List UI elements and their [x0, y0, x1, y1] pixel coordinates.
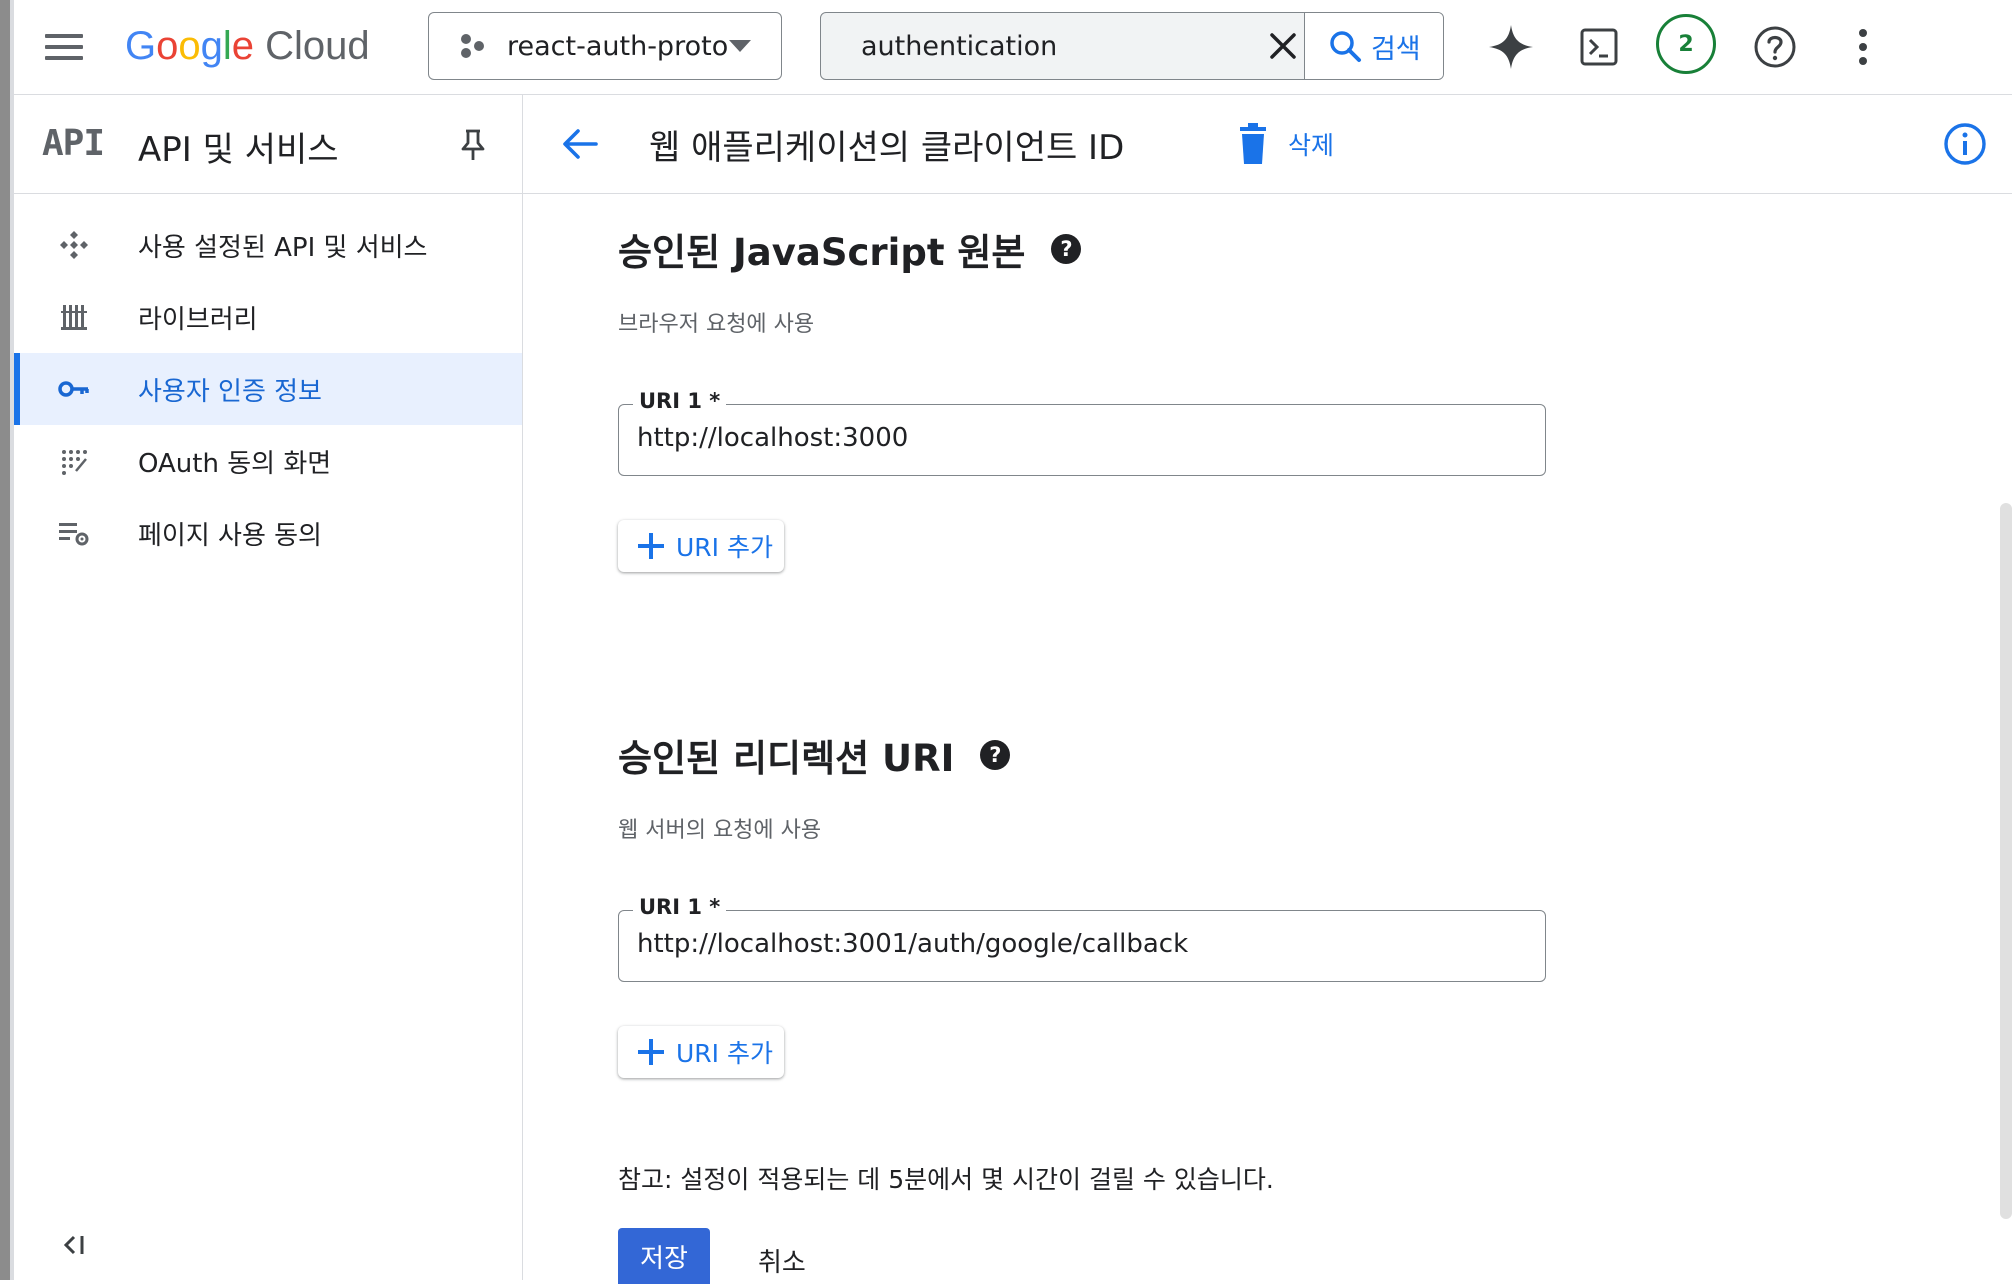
add-redirect-uri-button[interactable]: URI 추가 [618, 1026, 784, 1078]
plus-icon [638, 533, 664, 559]
trash-icon [1240, 123, 1266, 164]
field-label: URI 1 * [633, 895, 727, 919]
sidebar-item-page-usage-agreements[interactable]: 페이지 사용 동의 [14, 497, 522, 569]
dots-grid-icon [56, 443, 92, 479]
sidebar-header: API API 및 서비스 [14, 95, 522, 194]
help-icon[interactable]: ? [980, 740, 1011, 770]
redirect-uris-section-title: 승인된 리디렉션 URI ? [618, 728, 1011, 782]
api-diamond-icon [56, 227, 92, 263]
redirect-uri-field[interactable]: URI 1 * http://localhost:3001/auth/googl… [618, 895, 1546, 982]
gemini-button[interactable] [1482, 18, 1540, 76]
cloud-shell-button[interactable] [1570, 18, 1628, 76]
search-button[interactable]: 검색 [1303, 13, 1443, 79]
sidebar-item-library[interactable]: 라이브러리 [14, 281, 522, 353]
delete-button[interactable]: 삭제 [1238, 119, 1334, 169]
field-label: URI 1 * [633, 389, 727, 413]
help-circle-icon [1754, 26, 1796, 68]
window-edge [0, 0, 10, 1280]
sidebar-item-credentials[interactable]: 사용자 인증 정보 [14, 353, 522, 425]
search-icon [1330, 31, 1361, 62]
more-vert-icon [1859, 29, 1867, 65]
info-icon[interactable] [1943, 122, 1987, 166]
page-header: 웹 애플리케이션의 클라이언트 ID 삭제 [523, 95, 2012, 194]
sidebar-item-label: 사용 설정된 API 및 서비스 [138, 232, 428, 263]
sidebar-item-label: 사용자 인증 정보 [138, 376, 322, 407]
redirect-uris-subtitle: 웹 서버의 요청에 사용 [618, 818, 822, 843]
add-uri-label: URI 추가 [676, 533, 773, 562]
logo-google-text: Google [125, 24, 255, 68]
sidebar-item-oauth-consent[interactable]: OAuth 동의 화면 [14, 425, 522, 497]
library-icon [56, 299, 92, 335]
js-origin-uri-field[interactable]: URI 1 * http://localhost:3000 [618, 389, 1546, 476]
settings-note: 참고: 설정이 적용되는 데 5분에서 몇 시간이 걸릴 수 있습니다. [618, 1165, 1274, 1194]
more-options-button[interactable] [1834, 18, 1892, 76]
help-button[interactable] [1746, 18, 1804, 76]
search-button-label: 검색 [1370, 33, 1421, 65]
sidebar: API API 및 서비스 사용 설정된 API 및 서비스 라이브러리 사용자… [14, 95, 523, 1280]
sidebar-item-label: OAuth 동의 화면 [138, 448, 332, 479]
menu-line [45, 34, 83, 38]
close-icon [1270, 33, 1297, 59]
menu-line [45, 56, 83, 60]
js-origins-title-text: 승인된 JavaScript 원본 [618, 231, 1026, 274]
project-icon [461, 34, 484, 58]
js-origins-section-title: 승인된 JavaScript 원본 ? [618, 222, 1082, 276]
main-menu-button[interactable] [45, 34, 83, 60]
search-bar: 검색 [820, 12, 1444, 80]
cancel-button[interactable]: 취소 [758, 1242, 806, 1279]
project-picker-button[interactable]: react-auth-proto [428, 12, 782, 80]
add-uri-label: URI 추가 [676, 1039, 773, 1068]
save-button[interactable]: 저장 [618, 1228, 710, 1284]
collapse-sidebar-icon[interactable] [58, 1227, 94, 1263]
sidebar-item-label: 페이지 사용 동의 [138, 520, 322, 551]
terminal-icon [1580, 28, 1618, 66]
field-value: http://localhost:3000 [637, 423, 909, 453]
clear-search-button[interactable] [1263, 24, 1304, 68]
list-settings-icon [56, 515, 92, 551]
pin-icon[interactable] [458, 127, 488, 163]
chevron-down-icon [729, 40, 751, 52]
plus-icon [638, 1039, 664, 1065]
sidebar-item-label: 라이브러리 [138, 304, 258, 335]
notifications-badge[interactable]: 2 [1656, 14, 1716, 74]
sidebar-item-enabled-apis[interactable]: 사용 설정된 API 및 서비스 [14, 209, 522, 281]
redirect-uris-title-text: 승인된 리디렉션 URI [618, 737, 955, 780]
field-value: http://localhost:3001/auth/google/callba… [637, 929, 1189, 959]
delete-label: 삭제 [1288, 131, 1335, 160]
api-logo: API [42, 123, 105, 164]
search-input[interactable] [859, 29, 1243, 63]
project-name: react-auth-proto [507, 30, 729, 62]
google-cloud-logo[interactable]: Google Cloud [125, 18, 370, 74]
scrollbar[interactable] [2000, 503, 2012, 1219]
page-title: 웹 애플리케이션의 클라이언트 ID [649, 128, 1125, 168]
logo-cloud-text: Cloud [265, 24, 370, 68]
menu-line [45, 45, 83, 49]
sparkle-icon [1489, 25, 1533, 69]
key-icon [56, 371, 92, 407]
help-icon[interactable]: ? [1051, 234, 1082, 264]
add-js-origin-uri-button[interactable]: URI 추가 [618, 520, 784, 572]
back-arrow-icon[interactable] [558, 121, 604, 167]
js-origins-subtitle: 브라우저 요청에 사용 [618, 312, 815, 337]
sidebar-title: API 및 서비스 [138, 130, 339, 170]
